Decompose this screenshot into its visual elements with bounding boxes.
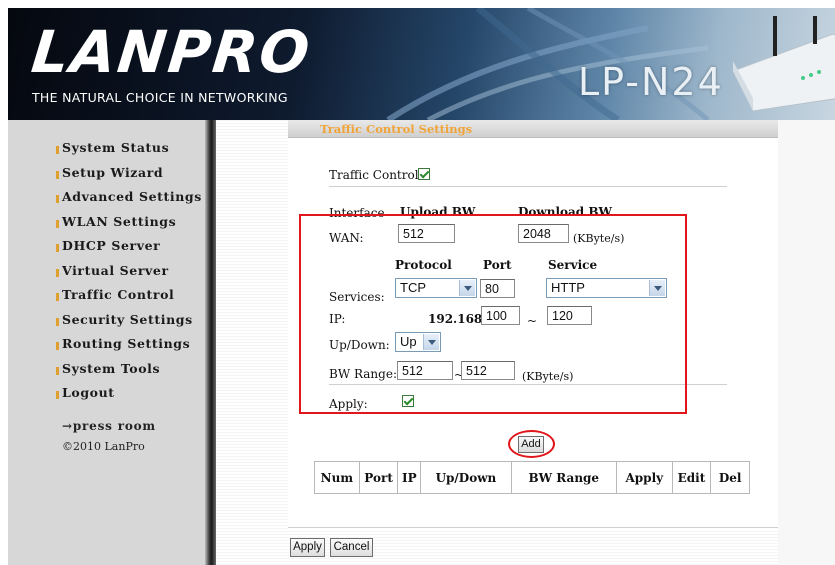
highlight-circle xyxy=(508,430,555,458)
highlight-box xyxy=(299,214,687,414)
main-right-strip xyxy=(778,120,835,565)
sidebar-item-security-settings[interactable]: Security Settings xyxy=(56,312,202,337)
sidebar-item-wlan-settings[interactable]: WLAN Settings xyxy=(56,214,202,239)
divider xyxy=(329,186,727,187)
brand-logo: LANPRO xyxy=(28,18,315,86)
cancel-button[interactable]: Cancel xyxy=(330,538,373,557)
sidebar-item-virtual-server[interactable]: Virtual Server xyxy=(56,263,202,288)
brand-tagline: THE NATURAL CHOICE IN NETWORKING xyxy=(32,90,288,105)
sidebar-divider xyxy=(205,120,216,565)
column-ip: IP xyxy=(397,461,422,494)
column-edit: Edit xyxy=(671,461,712,494)
column-del: Del xyxy=(710,461,750,494)
sidebar-item-dhcp-server[interactable]: DHCP Server xyxy=(56,238,202,263)
model-name: LP-N24 xyxy=(578,60,724,104)
sidebar-item-system-status[interactable]: System Status xyxy=(56,140,202,165)
sidebar-item-traffic-control[interactable]: Traffic Control xyxy=(56,287,202,312)
traffic-control-label: Traffic Control xyxy=(329,168,419,182)
apply-button[interactable]: Apply xyxy=(290,538,325,557)
sidebar-item-routing-settings[interactable]: Routing Settings xyxy=(56,336,202,361)
traffic-control-checkbox[interactable] xyxy=(418,168,430,180)
column-bw-range: BW Range xyxy=(510,461,618,494)
column-num: Num xyxy=(314,461,360,494)
press-room-link[interactable]: →press room xyxy=(62,419,156,433)
sidebar-nav: System Status Setup Wizard Advanced Sett… xyxy=(56,140,202,410)
page-title: Traffic Control Settings xyxy=(320,122,473,136)
copyright-text: ©2010 LanPro xyxy=(62,440,145,453)
column-port: Port xyxy=(358,461,399,494)
sidebar-item-setup-wizard[interactable]: Setup Wizard xyxy=(56,165,202,190)
table-header-row: Num Port IP Up/Down BW Range Apply Edit … xyxy=(314,461,750,494)
sidebar-item-advanced-settings[interactable]: Advanced Settings xyxy=(56,189,202,214)
sidebar-item-system-tools[interactable]: System Tools xyxy=(56,361,202,386)
router-image xyxy=(732,16,835,111)
sidebar-item-logout[interactable]: Logout xyxy=(56,385,202,410)
header-banner: LANPRO THE NATURAL CHOICE IN NETWORKING … xyxy=(8,8,835,120)
footer-divider xyxy=(288,527,778,528)
column-apply: Apply xyxy=(616,461,673,494)
column-updown: Up/Down xyxy=(420,461,512,494)
rules-table: Num Port IP Up/Down BW Range Apply Edit … xyxy=(314,461,750,494)
